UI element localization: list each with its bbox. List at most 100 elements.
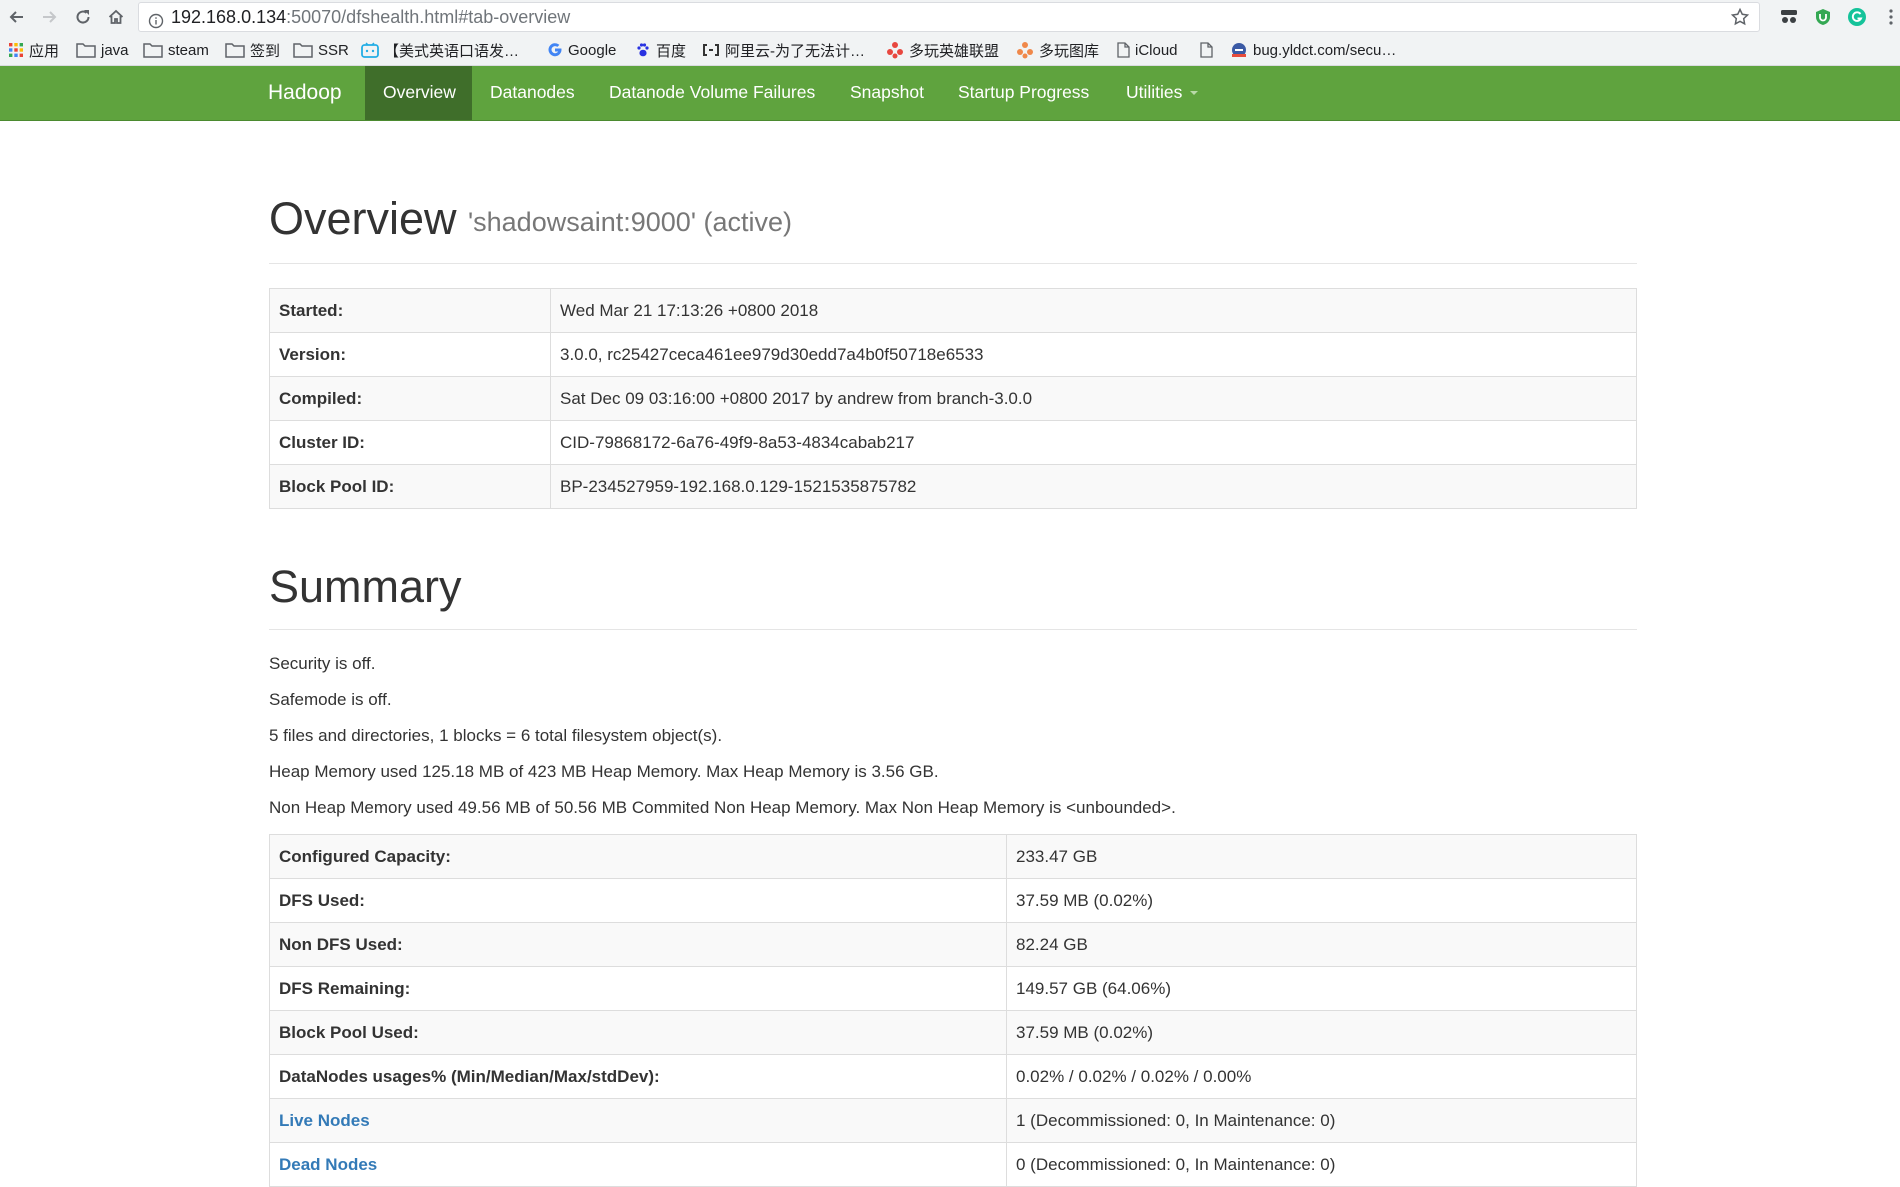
bookmark-duowan-lol[interactable]: 多玩英雄联盟 — [886, 39, 999, 61]
bookmark-star-icon[interactable] — [1730, 7, 1750, 35]
bookmark-label: 多玩图库 — [1039, 42, 1100, 60]
duowan-icon — [887, 42, 903, 59]
tab-utilities-label: Utilities — [1126, 82, 1183, 102]
url-path: :50070/dfshealth.html#tab-overview — [286, 7, 571, 27]
folder-icon — [76, 43, 96, 58]
row-value: 3.0.0, rc25427ceca461ee979d30edd7a4b0f50… — [550, 332, 1637, 377]
non-heap-memory: Non Heap Memory used 49.56 MB of 50.56 M… — [269, 798, 1176, 817]
bookmark-aliyun[interactable]: 阿里云-为了无法计… — [702, 39, 865, 61]
row-value: 0 (Decommissioned: 0, In Maintenance: 0) — [1006, 1142, 1637, 1187]
dead-nodes-link[interactable]: Dead Nodes — [279, 1155, 377, 1174]
bookmark-ssr[interactable]: SSR — [293, 39, 349, 61]
bookmark-duowan-gallery[interactable]: 多玩图库 — [1016, 39, 1099, 61]
extension-shield-icon[interactable] — [1812, 6, 1834, 28]
bookmark-baidu[interactable]: 百度 — [635, 39, 686, 61]
bookmark-label: bug.yldct.com/secu… — [1253, 41, 1397, 59]
row-value: Wed Mar 21 17:13:26 +0800 2018 — [550, 288, 1637, 333]
tab-datanode-volume-failures[interactable]: Datanode Volume Failures — [609, 66, 815, 120]
table-row: DFS Used: 37.59 MB (0.02%) — [269, 878, 1637, 923]
bookmark-label: 应用 — [29, 42, 60, 60]
table-row: Configured Capacity: 233.47 GB — [269, 834, 1637, 879]
bookmark-label: Google — [568, 41, 617, 59]
url-host: 192.168.0.134 — [171, 7, 287, 27]
tab-overview[interactable]: Overview — [365, 66, 472, 120]
address-bar[interactable]: 192.168.0.134:50070/dfshealth.html#tab-o… — [138, 2, 1760, 32]
row-key: DataNodes usages% (Min/Median/Max/stdDev… — [269, 1054, 1007, 1099]
back-icon[interactable] — [4, 4, 30, 30]
tab-startup-progress[interactable]: Startup Progress — [958, 66, 1089, 120]
page-title: Overview — [269, 193, 457, 244]
row-key: Configured Capacity: — [269, 834, 1007, 879]
aliyun-icon — [703, 44, 719, 56]
table-row: DataNodes usages% (Min/Median/Max/stdDev… — [269, 1054, 1637, 1099]
bookmark-google[interactable]: Google — [547, 39, 616, 61]
google-icon — [548, 43, 562, 57]
row-key: Started: — [269, 288, 551, 333]
table-row: DFS Remaining: 149.57 GB (64.06%) — [269, 966, 1637, 1011]
tv-icon — [361, 42, 379, 58]
overview-table: Started: Wed Mar 21 17:13:26 +0800 2018 … — [269, 288, 1637, 509]
row-key-cell: Dead Nodes — [269, 1142, 1007, 1187]
bookmark-label: iCloud — [1135, 41, 1178, 59]
home-icon[interactable] — [103, 4, 129, 30]
summary-divider — [269, 629, 1637, 630]
extension-grammarly-icon[interactable] — [1846, 6, 1868, 28]
bookmark-apps[interactable]: 应用 — [8, 39, 59, 61]
forward-icon[interactable] — [36, 4, 62, 30]
tab-snapshot[interactable]: Snapshot — [850, 66, 924, 120]
row-value: 233.47 GB — [1006, 834, 1637, 879]
tab-datanodes[interactable]: Datanodes — [490, 66, 575, 120]
menu-more-icon[interactable] — [1880, 6, 1900, 28]
bookmark-label: 签到 — [250, 42, 281, 60]
live-nodes-link[interactable]: Live Nodes — [279, 1111, 370, 1130]
row-key: DFS Remaining: — [269, 966, 1007, 1011]
bookmark-blank[interactable] — [1200, 39, 1213, 61]
apps-grid-icon — [9, 43, 23, 57]
reload-icon[interactable] — [70, 4, 96, 30]
bookmark-label: java — [101, 41, 129, 59]
bookmark-bug-yldct[interactable]: bug.yldct.com/secu… — [1230, 39, 1396, 61]
paw-icon — [637, 43, 649, 57]
row-value: 149.57 GB (64.06%) — [1006, 966, 1637, 1011]
brand-link[interactable]: Hadoop — [268, 66, 342, 120]
table-row: Block Pool Used: 37.59 MB (0.02%) — [269, 1010, 1637, 1055]
bookmark-label: 多玩英雄联盟 — [909, 42, 1000, 60]
namenode-address: 'shadowsaint:9000' (active) — [468, 207, 792, 237]
bookmark-label: SSR — [318, 41, 349, 59]
row-key: Version: — [269, 332, 551, 377]
row-key: Non DFS Used: — [269, 922, 1007, 967]
summary-table: Configured Capacity: 233.47 GB DFS Used:… — [269, 834, 1637, 1187]
row-key: Block Pool Used: — [269, 1010, 1007, 1055]
row-value: 37.59 MB (0.02%) — [1006, 878, 1637, 923]
bookmark-steam[interactable]: steam — [143, 39, 209, 61]
table-row: Cluster ID: CID-79868172-6a76-49f9-8a53-… — [269, 420, 1637, 465]
row-key-cell: Live Nodes — [269, 1098, 1007, 1143]
heap-memory: Heap Memory used 125.18 MB of 423 MB Hea… — [269, 762, 939, 781]
folder-icon — [293, 43, 313, 58]
table-row: Version: 3.0.0, rc25427ceca461ee979d30ed… — [269, 332, 1637, 377]
row-key: Compiled: — [269, 376, 551, 421]
bookmark-label: 百度 — [656, 42, 687, 60]
row-key: Cluster ID: — [269, 420, 551, 465]
filesystem-objects: 5 files and directories, 1 blocks = 6 to… — [269, 726, 723, 745]
bookmark-java[interactable]: java — [76, 39, 129, 61]
extension-incognito-icon[interactable] — [1778, 6, 1800, 28]
site-info-icon[interactable] — [148, 9, 164, 37]
bookmarks-bar: 应用 java steam 签到 SSR 【美式英语口语发… Google 百度… — [0, 34, 1900, 66]
tab-utilities[interactable]: Utilities — [1126, 66, 1199, 120]
summary-status-lines: Security is off. Safemode is off. 5 file… — [269, 652, 1637, 832]
row-value: Sat Dec 09 03:16:00 +0800 2017 by andrew… — [550, 376, 1637, 421]
folder-icon — [143, 43, 163, 58]
bookmark-label: 【美式英语口语发… — [384, 42, 520, 60]
row-key: DFS Used: — [269, 878, 1007, 923]
page-icon — [1200, 42, 1213, 58]
row-value: 0.02% / 0.02% / 0.02% / 0.00% — [1006, 1054, 1637, 1099]
page-icon — [1117, 42, 1130, 58]
url-text: 192.168.0.134:50070/dfshealth.html#tab-o… — [171, 3, 570, 31]
row-key: Block Pool ID: — [269, 464, 551, 509]
bookmark-bilibili[interactable]: 【美式英语口语发… — [361, 39, 519, 61]
table-row: Dead Nodes 0 (Decommissioned: 0, In Main… — [269, 1142, 1637, 1187]
bookmark-icloud[interactable]: iCloud — [1117, 39, 1178, 61]
bookmark-sign-in[interactable]: 签到 — [225, 39, 280, 61]
hadoop-navbar: Hadoop Overview Datanodes Datanode Volum… — [0, 66, 1900, 121]
